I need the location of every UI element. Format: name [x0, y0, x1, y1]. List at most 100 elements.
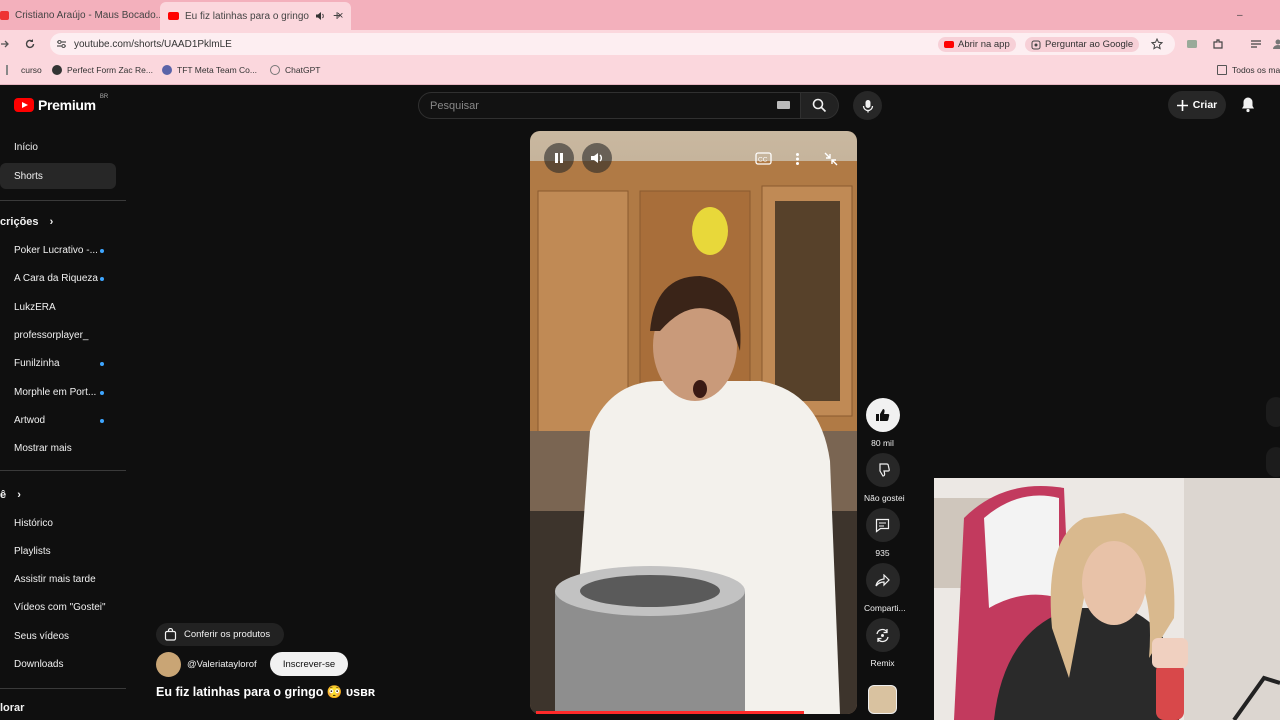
sidebar-divider [0, 470, 126, 471]
bookmark-star-icon[interactable] [1151, 38, 1163, 50]
open-in-app-chip[interactable]: Abrir na app [938, 37, 1016, 52]
sidebar-item-inicio[interactable]: Início [14, 142, 38, 153]
search-placeholder: Pesquisar [430, 99, 479, 112]
short-video-player[interactable] [530, 131, 857, 714]
like-button[interactable]: 80 mil [864, 398, 901, 448]
browser-tab-2-active[interactable]: Eu fiz latinhas para o gringo × [160, 2, 352, 30]
next-short-button[interactable] [1266, 447, 1280, 477]
pause-button[interactable] [544, 143, 574, 173]
sidebar-sub-poker-lucrativo[interactable]: Poker Lucrativo -... [14, 245, 98, 256]
profile-icon[interactable] [1272, 38, 1280, 50]
more-options-icon[interactable] [795, 152, 800, 166]
tab-favicon-icon [0, 10, 9, 20]
video-progress-bar[interactable] [536, 711, 804, 714]
bookmark-label: ChatGPT [285, 65, 321, 75]
google-lens-icon [1031, 40, 1041, 49]
speaker-icon[interactable] [315, 11, 325, 21]
comment-icon [875, 518, 890, 533]
create-button[interactable]: Criar [1168, 91, 1226, 119]
voice-search-button[interactable] [853, 91, 882, 120]
all-bookmarks-label: Todos os ma [1232, 65, 1280, 75]
sidebar-item-watch-later[interactable]: Assistir mais tarde [14, 574, 96, 585]
comments-button[interactable]: 935 [864, 508, 901, 558]
bookmark-tft-meta[interactable]: TFT Meta Team Co... [162, 65, 257, 75]
sidebar-sub-funilzinha[interactable]: Funilzinha [14, 358, 60, 369]
subscribe-button[interactable]: Inscrever-se [270, 652, 348, 676]
sidebar-sub-artwod[interactable]: Artwod [14, 415, 45, 426]
new-content-dot [100, 362, 104, 366]
folder-icon [1217, 65, 1227, 75]
bookmark-curso[interactable]: curso [6, 65, 42, 75]
share-arrow-icon [875, 573, 890, 586]
captions-icon[interactable]: CC [755, 152, 772, 165]
remix-icon [876, 628, 889, 642]
collapse-icon[interactable] [824, 152, 838, 166]
channel-handle[interactable]: @Valeriataylorof [187, 659, 257, 670]
tab-title: Eu fiz latinhas para o gringo [185, 10, 309, 22]
sidebar-divider [0, 688, 126, 689]
dislike-button[interactable]: Não gostei [864, 453, 905, 503]
remix-button[interactable]: Remix [864, 618, 901, 668]
ask-google-label: Perguntar ao Google [1045, 39, 1134, 50]
sidebar-sub-a-cara-da-riqueza[interactable]: A Cara da Riqueza [14, 273, 98, 284]
sidebar-sub-morphle[interactable]: Morphle em Port... [14, 387, 96, 398]
sidebar-item-downloads[interactable]: Downloads [14, 659, 63, 670]
dislike-label: Não gostei [864, 493, 905, 503]
webcam-feed [934, 478, 1280, 720]
bookmark-perfect-form[interactable]: Perfect Form Zac Re... [52, 65, 153, 75]
sidebar-sub-lukzera[interactable]: LukzERA [14, 302, 56, 313]
all-bookmarks[interactable]: Todos os ma [1217, 65, 1280, 75]
search-input[interactable]: Pesquisar [418, 92, 801, 119]
tab-title: Cristiano Araújo - Maus Bocado... [15, 9, 164, 21]
new-tab-button[interactable]: + [333, 4, 341, 26]
sidebar-sub-professorplayer[interactable]: professorplayer_ [14, 330, 88, 341]
forward-icon[interactable] [0, 39, 10, 49]
share-button[interactable]: Comparti... [864, 563, 906, 613]
youtube-premium-logo[interactable]: Premium BR [14, 94, 108, 113]
volume-button[interactable] [582, 143, 612, 173]
chatgpt-icon [270, 65, 280, 75]
plus-icon [1176, 99, 1188, 111]
sidebar-item-your-videos[interactable]: Seus vídeos [14, 631, 69, 642]
sidebar-section-subscriptions[interactable]: crições › [0, 216, 53, 228]
minimize-window-button[interactable]: – [1237, 4, 1243, 26]
shopping-bag-icon [164, 628, 177, 641]
puzzle-extensions-icon[interactable] [1212, 38, 1224, 50]
sidebar-section-you[interactable]: ê › [0, 489, 21, 501]
section-title: ê [0, 489, 7, 501]
like-circle [865, 398, 900, 432]
channel-avatar[interactable] [156, 652, 181, 677]
sidebar-show-more[interactable]: Mostrar mais [14, 443, 72, 454]
bookmark-site-icon [162, 65, 172, 75]
sound-thumbnail[interactable] [868, 685, 897, 714]
search-button[interactable] [801, 92, 839, 119]
youtube-icon [944, 41, 954, 48]
ask-google-chip[interactable]: Perguntar ao Google [1025, 37, 1140, 52]
sidebar-item-liked-videos[interactable]: Vídeos com "Gostei" [14, 602, 106, 613]
youtube-logo-icon [14, 98, 34, 112]
notifications-bell-icon[interactable] [1240, 96, 1256, 113]
address-url[interactable]: youtube.com/shorts/UAAD1PklmLE [74, 39, 232, 50]
volume-icon [591, 153, 602, 163]
new-content-dot [100, 277, 104, 281]
sidebar-item-playlists[interactable]: Playlists [14, 546, 51, 557]
browser-tab-1[interactable]: Cristiano Araújo - Maus Bocado... × [0, 4, 184, 26]
sidebar-item-shorts[interactable]: Shorts [14, 171, 43, 182]
thumbs-down-icon [879, 463, 890, 477]
sidebar-section-explore[interactable]: lorar [0, 702, 24, 714]
logo-text: Premium [38, 97, 96, 113]
extension-icon[interactable] [1186, 38, 1198, 50]
short-title[interactable]: Eu fiz latinhas para o gringo 😳 ᴜsʙʀ [156, 685, 375, 700]
reload-icon[interactable] [24, 38, 36, 50]
new-content-dot [100, 391, 104, 395]
new-content-dot [100, 249, 104, 253]
sidebar-item-historico[interactable]: Histórico [14, 518, 53, 529]
bookmark-chatgpt[interactable]: ChatGPT [270, 65, 320, 75]
view-products-button[interactable]: Conferir os produtos [156, 623, 284, 646]
previous-short-button[interactable] [1266, 397, 1280, 427]
subscribe-label: Inscrever-se [282, 658, 336, 670]
reading-list-icon[interactable] [1250, 39, 1262, 49]
like-count: 80 mil [871, 438, 894, 448]
keyboard-icon[interactable] [777, 101, 790, 109]
site-info-icon[interactable] [56, 39, 67, 49]
